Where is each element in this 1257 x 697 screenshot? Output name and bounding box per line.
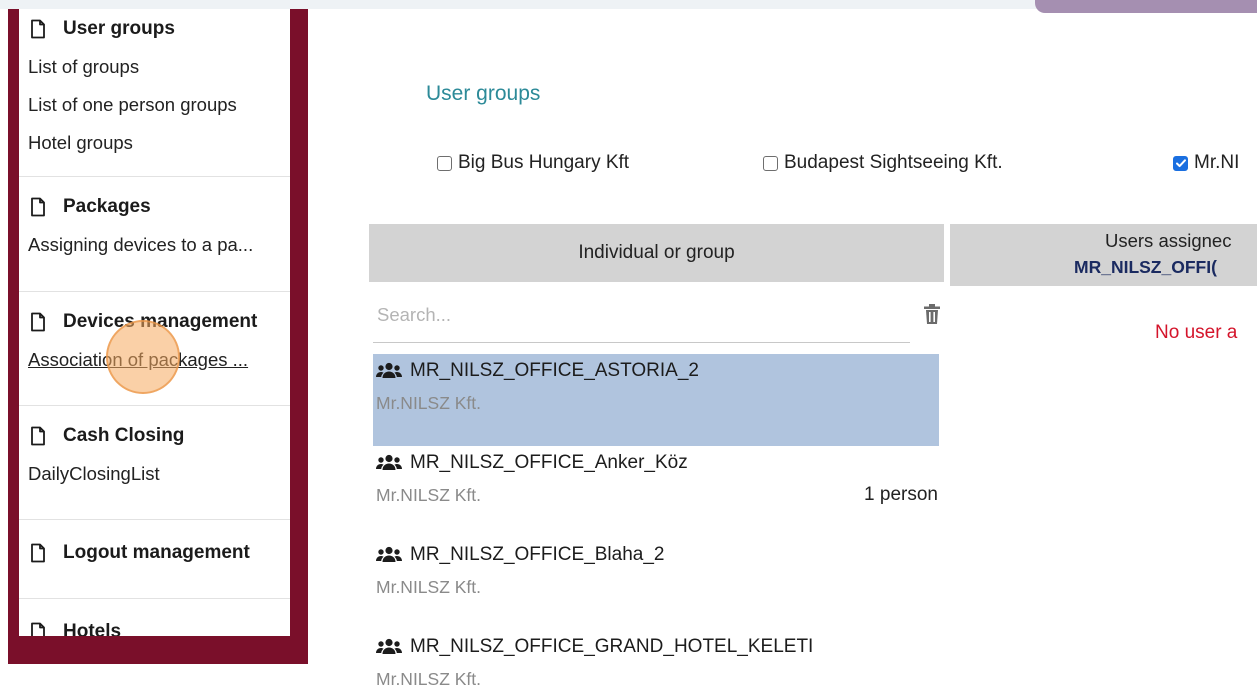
group-name: MR_NILSZ_OFFICE_Blaha_2 <box>410 544 665 565</box>
sidebar-section-title[interactable]: Cash Closing <box>28 416 290 456</box>
sidebar-section-label: Devices management <box>63 311 258 332</box>
search-field-wrapper <box>373 296 910 343</box>
group-name: MR_NILSZ_OFFICE_GRAND_HOTEL_KELETI <box>410 636 814 657</box>
group-list: MR_NILSZ_OFFICE_ASTORIA_2 Mr.NILSZ Kft. … <box>373 354 939 697</box>
group-company: Mr.NILSZ Kft. <box>376 485 482 505</box>
sidebar-section-label: User groups <box>63 18 175 39</box>
individual-or-group-header: Individual or group <box>369 224 944 282</box>
sidebar-item-daily-closing-list[interactable]: DailyClosingList <box>28 456 290 494</box>
sidebar: User groups List of groups List of one p… <box>19 9 290 636</box>
top-action-button[interactable] <box>1035 0 1257 13</box>
company-checkbox-big-bus[interactable]: Big Bus Hungary Kft <box>437 152 629 174</box>
group-name: MR_NILSZ_OFFICE_Anker_Köz <box>410 452 688 473</box>
group-company: Mr.NILSZ Kft. <box>376 393 482 413</box>
list-item[interactable]: MR_NILSZ_OFFICE_GRAND_HOTEL_KELETI Mr.NI… <box>373 630 939 697</box>
document-icon <box>28 312 48 332</box>
group-company: Mr.NILSZ Kft. <box>376 577 482 597</box>
list-item[interactable]: MR_NILSZ_OFFICE_Anker_Köz Mr.NILSZ Kft. 1… <box>373 446 939 538</box>
sidebar-item-assigning-devices[interactable]: Assigning devices to a pa... <box>28 227 290 265</box>
users-icon <box>376 546 402 562</box>
sidebar-section-devices-management: Devices management Association of packag… <box>19 302 290 406</box>
sidebar-section-title[interactable]: Hotels <box>28 612 290 636</box>
document-icon <box>28 197 48 217</box>
sidebar-section-title[interactable]: User groups <box>28 9 290 49</box>
search-input[interactable] <box>373 296 893 334</box>
company-checkbox-label: Big Bus Hungary Kft <box>458 152 630 173</box>
users-icon <box>376 454 402 470</box>
group-member-count: 1 person <box>864 484 938 505</box>
checkbox-box[interactable] <box>763 155 778 171</box>
sidebar-section-packages: Packages Assigning devices to a pa... <box>19 187 290 292</box>
sidebar-item-association-of-packages[interactable]: Association of packages ... <box>28 342 290 380</box>
sidebar-section-cash-closing: Cash Closing DailyClosingList <box>19 416 290 520</box>
no-user-message: No user a <box>1155 322 1238 343</box>
sidebar-section-label: Hotels <box>63 621 122 636</box>
list-item[interactable]: MR_NILSZ_OFFICE_ASTORIA_2 Mr.NILSZ Kft. <box>373 354 939 446</box>
group-company: Mr.NILSZ Kft. <box>376 669 482 689</box>
document-icon <box>28 543 48 563</box>
company-checkbox-label: Mr.NI <box>1194 152 1240 173</box>
sidebar-section-title[interactable]: Packages <box>28 187 290 227</box>
company-checkbox-budapest-sightseeing[interactable]: Budapest Sightseeing Kft. <box>763 152 1003 174</box>
document-icon <box>28 622 48 636</box>
users-icon <box>376 638 402 654</box>
sidebar-section-label: Cash Closing <box>63 425 185 446</box>
sidebar-section-hotels: Hotels <box>19 612 290 636</box>
sidebar-item-list-of-groups[interactable]: List of groups <box>28 49 290 87</box>
sidebar-section-label: Packages <box>63 196 151 217</box>
company-filter: Big Bus Hungary Kft Budapest Sightseeing… <box>0 150 1257 178</box>
group-name: MR_NILSZ_OFFICE_ASTORIA_2 <box>410 360 699 381</box>
list-item[interactable]: MR_NILSZ_OFFICE_Blaha_2 Mr.NILSZ Kft. <box>373 538 939 630</box>
sidebar-section-title[interactable]: Logout management <box>28 533 290 573</box>
page-title: User groups <box>426 82 541 105</box>
users-assigned-header: Users assignec MR_NILSZ_OFFI( <box>950 224 1257 286</box>
checkbox-box[interactable] <box>1173 155 1188 171</box>
sidebar-section-title[interactable]: Devices management <box>28 302 290 342</box>
check-icon <box>1175 159 1186 168</box>
sidebar-item-list-of-one-person-groups[interactable]: List of one person groups <box>28 87 290 125</box>
sidebar-section-label: Logout management <box>63 542 250 563</box>
trash-icon[interactable] <box>922 303 942 325</box>
users-assigned-group-name: MR_NILSZ_OFFI( <box>1074 257 1217 277</box>
users-assigned-title: Users assignec <box>1105 230 1232 251</box>
document-icon <box>28 426 48 446</box>
company-checkbox-mr-nilsz[interactable]: Mr.NI <box>1173 152 1239 174</box>
users-icon <box>376 362 402 378</box>
company-checkbox-label: Budapest Sightseeing Kft. <box>784 152 1003 173</box>
document-icon <box>28 19 48 39</box>
sidebar-section-logout-management: Logout management <box>19 533 290 599</box>
checkbox-box[interactable] <box>437 155 452 171</box>
